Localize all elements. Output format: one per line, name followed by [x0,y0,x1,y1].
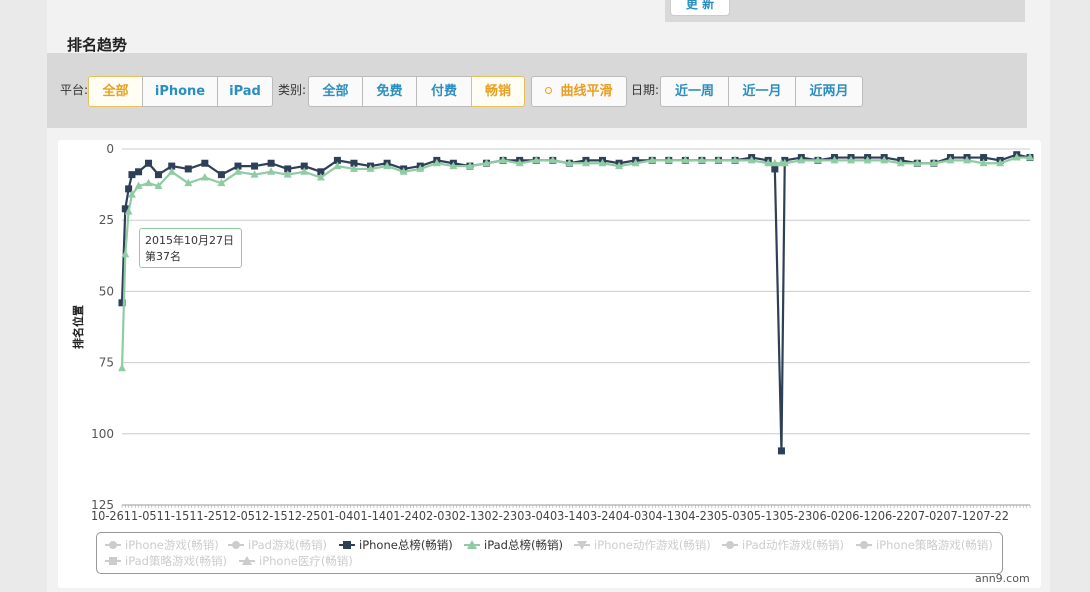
x-tick-label: 02-23 [484,509,517,523]
x-tick-label: 12-25 [288,509,321,523]
x-tick-label: 11-05 [124,509,157,523]
legend-label: iPad策略游戏(畅销) [125,554,227,568]
x-tick-label: 03-24 [583,509,616,523]
legend-item-iphone-medical[interactable]: iPhone医疗(畅销) [239,554,353,568]
x-tick-label: 12-15 [255,509,288,523]
data-point-ipad [118,363,126,372]
x-tick-label: 06-12 [845,509,878,523]
data-point-ipad [121,249,130,258]
y-tick-label: 75 [99,356,114,370]
x-tick-label: 10-26 [91,509,124,523]
x-tick-label: 06-02 [812,509,845,523]
legend-item-iphone-overall[interactable]: iPhone总榜(畅销) [339,538,453,552]
y-tick-label: 50 [99,284,114,298]
data-point-iphone [201,159,209,167]
triangle-marker-icon [464,540,480,550]
legend-item-ipad-games[interactable]: iPad游戏(畅销) [228,538,327,552]
data-point-iphone [217,171,225,179]
series-line-ipad [120,156,1030,369]
x-tick-label: 01-14 [353,509,386,523]
legend-label: iPhone策略游戏(畅销) [876,538,993,552]
legend-label: iPhone游戏(畅销) [125,538,219,552]
legend-label: iPad动作游戏(畅销) [742,538,844,552]
chart-tooltip: 2015年10月27日 第37名 [139,228,242,268]
tooltip-date: 2015年10月27日 [145,234,234,247]
x-tick-label: 07-22 [976,509,1009,523]
x-tick-label: 05-13 [747,509,780,523]
x-tick-label: 05-23 [780,509,813,523]
x-tick-label: 04-03 [616,509,649,523]
data-point-iphone [184,165,192,173]
x-tick-labels: 10-2611-0511-1511-2512-0512-1512-2501-04… [91,509,1009,523]
legend-item-ipad-strategy[interactable]: iPad策略游戏(畅销) [105,554,227,568]
square-marker-icon [339,540,355,550]
x-tick-label: 04-23 [681,509,714,523]
y-axis-title: 排名位置 [71,305,85,349]
watermark: ann9.com [975,572,1030,585]
y-tick-label: 25 [99,213,114,227]
x-tick-label: 02-03 [419,509,452,523]
circle-marker-icon [105,540,121,550]
circle-marker-icon [722,540,738,550]
y-tick-label: 100 [91,427,114,441]
legend-item-ipad-overall[interactable]: iPad总榜(畅销) [464,538,563,552]
data-point-iphone [154,171,162,179]
chart-legend: iPhone游戏(畅销) iPad游戏(畅销) iPhone总榜(畅销) iPa… [96,532,1003,574]
circle-marker-icon [856,540,872,550]
x-tick-label: 12-05 [222,509,255,523]
triangle-down-marker-icon [574,540,590,550]
data-point-iphone [771,165,779,173]
data-point-iphone [135,168,143,176]
legend-label: iPhone总榜(畅销) [359,538,453,552]
x-tick-label: 07-12 [943,509,976,523]
data-point-iphone [251,162,259,170]
x-tick-label: 01-04 [321,509,354,523]
data-point-iphone [125,185,133,193]
circle-marker-icon [228,540,244,550]
x-tick-label: 04-13 [648,509,681,523]
data-point-iphone [145,159,153,167]
x-tick-label: 03-14 [550,509,583,523]
x-tick-label: 02-13 [452,509,485,523]
square-marker-icon [105,556,121,566]
x-tick-label: 06-22 [878,509,911,523]
data-point-ipad [144,178,153,187]
legend-label: iPhone医疗(畅销) [259,554,353,568]
x-tick-label: 01-24 [386,509,419,523]
data-point-iphone [777,447,785,455]
tooltip-rank: 第37名 [145,250,181,263]
triangle-marker-icon [239,556,255,566]
legend-item-ipad-action[interactable]: iPad动作游戏(畅销) [722,538,844,552]
y-tick-label: 0 [106,142,114,156]
legend-item-iphone-strategy[interactable]: iPhone策略游戏(畅销) [856,538,993,552]
legend-label: iPhone动作游戏(畅销) [594,538,711,552]
x-tick-label: 07-02 [911,509,944,523]
x-tick-label: 11-15 [157,509,190,523]
rank-trend-chart: 0255075100125排名位置10-2611-0511-1511-2512-… [71,142,1034,523]
legend-label: iPad游戏(畅销) [248,538,327,552]
x-tick-label: 05-03 [714,509,747,523]
data-point-ipad [267,167,276,175]
data-point-ipad [200,172,209,181]
legend-item-iphone-action[interactable]: iPhone动作游戏(畅销) [574,538,711,552]
legend-item-iphone-games[interactable]: iPhone游戏(畅销) [105,538,219,552]
legend-label: iPad总榜(畅销) [484,538,563,552]
x-tick-label: 11-25 [189,509,222,523]
x-tick-label: 03-04 [517,509,550,523]
data-point-iphone [128,171,136,179]
data-point-iphone [267,159,275,167]
series-line-iphone [120,153,1031,452]
